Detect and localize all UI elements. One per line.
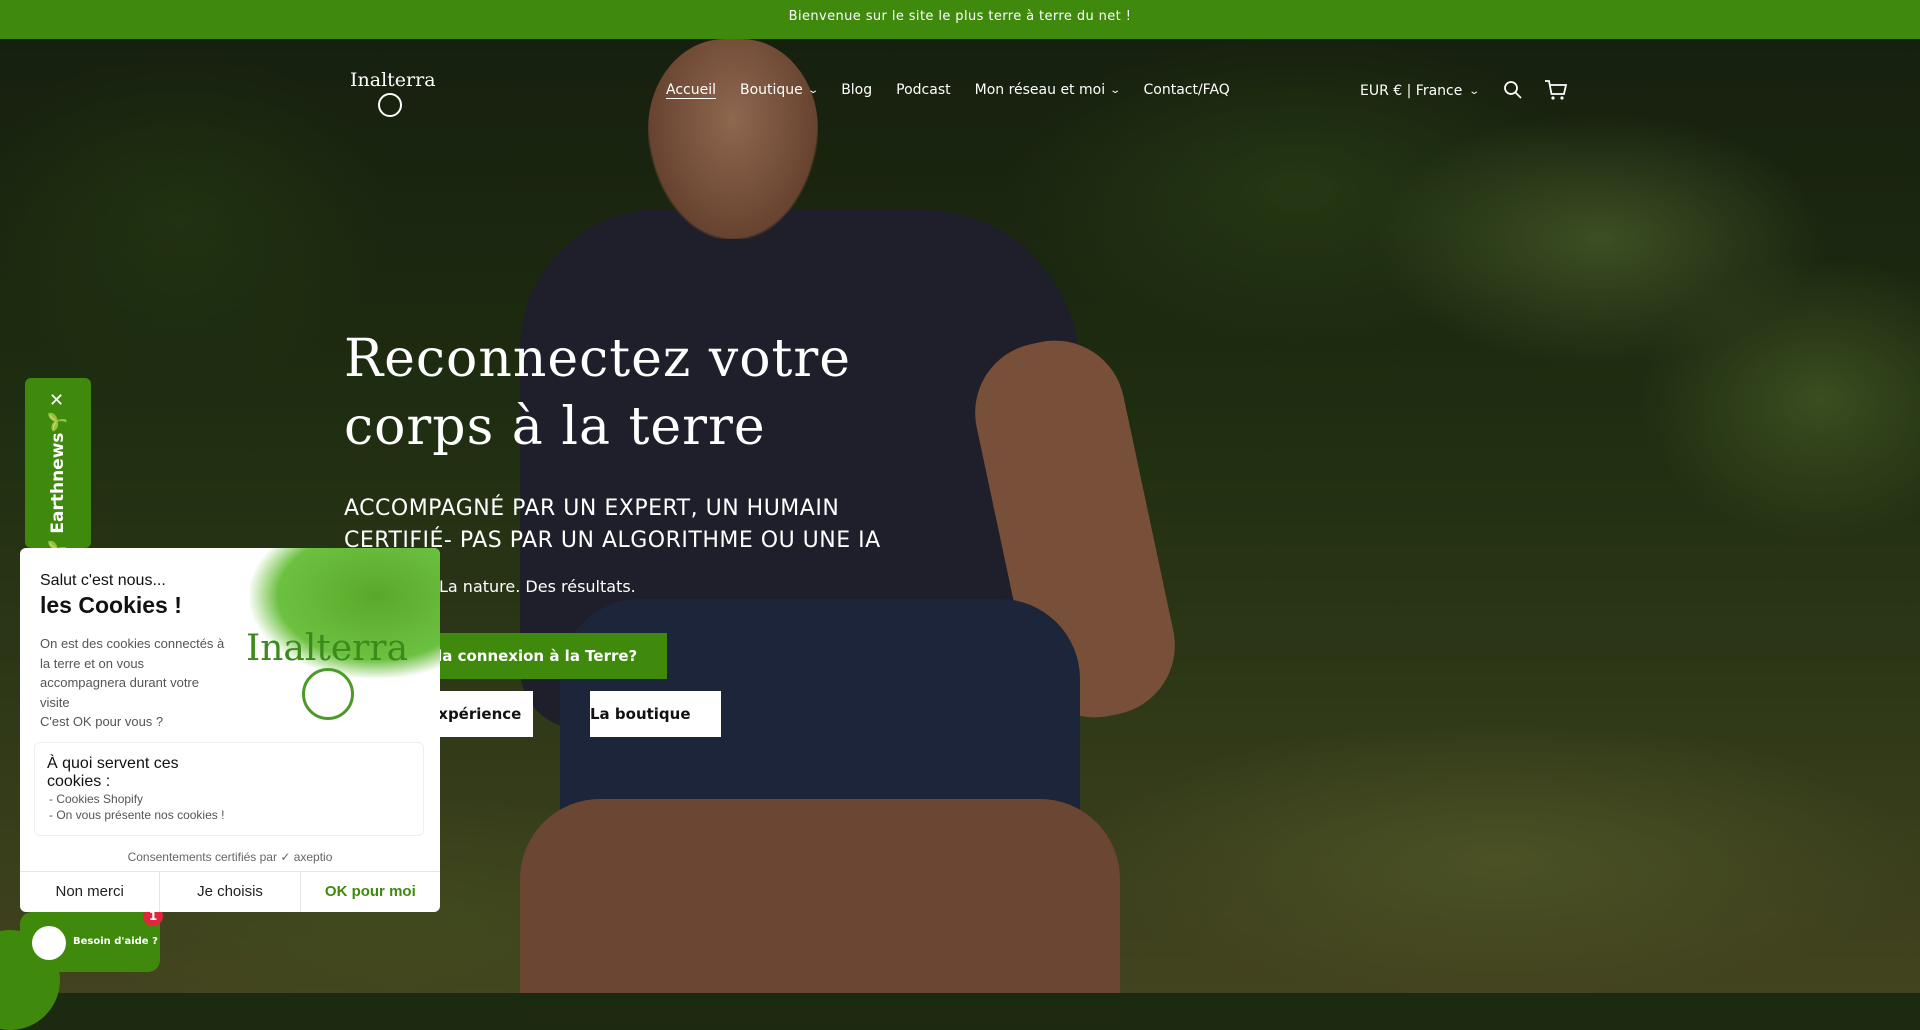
nav-boutique[interactable]: Boutique ⌄ bbox=[740, 82, 819, 98]
close-icon[interactable]: ✕ bbox=[49, 390, 64, 411]
nav-contact[interactable]: Contact/FAQ bbox=[1143, 82, 1229, 98]
cookie-greeting: Salut c'est nous... bbox=[40, 572, 166, 589]
cookie-info-title: À quoi servent ces cookies : bbox=[47, 755, 179, 790]
refuse-cookies-button[interactable]: Non merci bbox=[20, 872, 159, 912]
earthnews-label: 🌱 Earthnews🌱 bbox=[48, 411, 68, 561]
earthnews-tab[interactable]: ✕ 🌱 Earthnews🌱 bbox=[25, 378, 91, 561]
main-nav: Accueil Boutique ⌄ Blog Podcast Mon résea… bbox=[666, 82, 1230, 98]
certified-by-axeptio[interactable]: Consentements certifiés par ✓ axeptio bbox=[20, 850, 440, 864]
list-item: - On vous présente nos cookies ! bbox=[49, 808, 225, 822]
accept-cookies-button[interactable]: OK pour moi bbox=[299, 872, 440, 912]
cookie-body: On est des cookies connectés à la terre … bbox=[40, 636, 225, 729]
announcement-bar: Bienvenue sur le site le plus terre à te… bbox=[0, 0, 1920, 39]
nav-podcast[interactable]: Podcast bbox=[896, 82, 950, 98]
announcement-text: Bienvenue sur le site le plus terre à te… bbox=[788, 9, 1132, 24]
search-icon[interactable] bbox=[1503, 80, 1523, 100]
chevron-down-icon: ⌄ bbox=[1468, 85, 1481, 97]
list-item: - Cookies Shopify bbox=[49, 792, 144, 806]
nav-accueil[interactable]: Accueil bbox=[666, 82, 716, 98]
chat-icon bbox=[32, 926, 66, 960]
currency-label: EUR € | France bbox=[1360, 83, 1463, 99]
cart-icon[interactable] bbox=[1544, 79, 1568, 101]
cookie-info-list: - Cookies Shopify - On vous présente nos… bbox=[49, 791, 224, 823]
nav-mon-reseau[interactable]: Mon réseau et moi ⌄ bbox=[975, 82, 1122, 98]
cookie-buttons: Non merci Je choisis OK pour moi bbox=[20, 871, 440, 912]
currency-selector[interactable]: EUR € | France ⌄ bbox=[1360, 83, 1481, 99]
footprint-logo-icon bbox=[302, 668, 354, 720]
shop-button[interactable]: La boutique bbox=[590, 691, 721, 737]
cookie-question: C'est OK pour vous ? bbox=[40, 714, 164, 729]
cookie-info-box: À quoi servent ces cookies : - Cookies S… bbox=[34, 742, 424, 836]
help-chat-button[interactable]: Besoin d'aide ? 1 bbox=[20, 906, 163, 972]
chevron-down-icon: ⌄ bbox=[1109, 84, 1122, 96]
site-logo[interactable]: Inalterra bbox=[350, 69, 436, 117]
chevron-down-icon: ⌄ bbox=[807, 84, 819, 96]
help-label: Besoin d'aide ? bbox=[73, 936, 158, 947]
cookie-logo-text: Inalterra bbox=[246, 628, 409, 669]
choose-cookies-button[interactable]: Je choisis bbox=[159, 872, 299, 912]
cookie-title: les Cookies ! bbox=[40, 592, 182, 618]
nav-blog[interactable]: Blog bbox=[841, 82, 872, 98]
logo-text: Inalterra bbox=[350, 69, 436, 91]
site-header: Inalterra Accueil Boutique ⌄ Blog Podcast… bbox=[0, 39, 1920, 149]
cookie-banner: Inalterra Salut c'est nous... les Cookie… bbox=[20, 548, 440, 912]
hero-title: Reconnectez votre corps à la terre bbox=[344, 329, 852, 457]
footprint-logo-icon bbox=[378, 93, 402, 117]
